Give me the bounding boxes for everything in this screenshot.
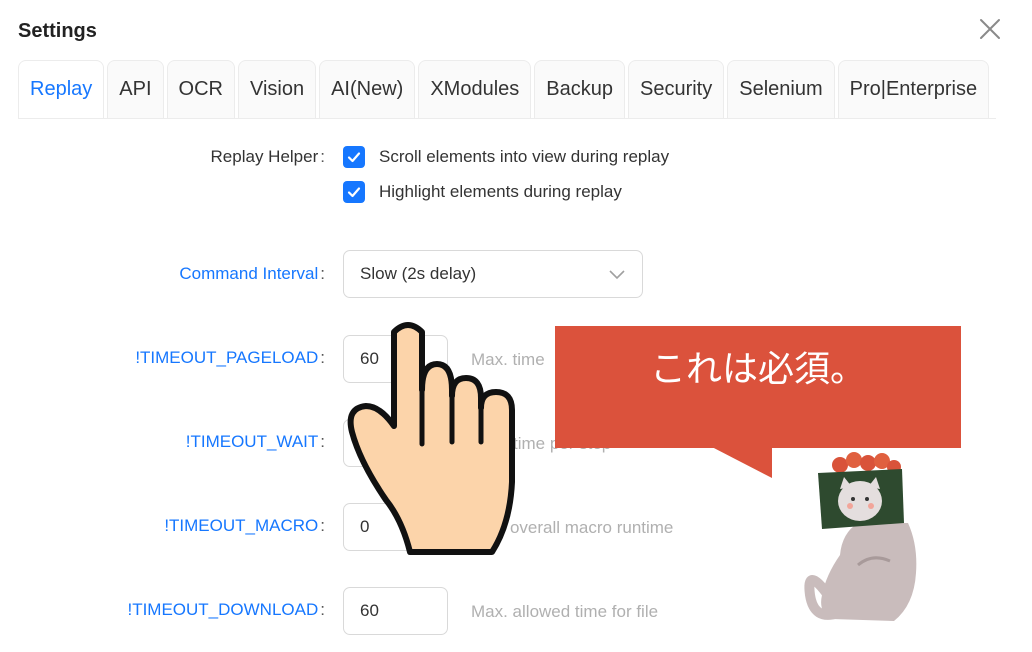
dialog-title: Settings (18, 20, 97, 42)
timeout-wait-label: !TIMEOUT_WAIT: (185, 432, 325, 451)
callout-tail (710, 446, 772, 478)
tab-security[interactable]: Security (627, 60, 725, 118)
timeout-macro-hint: x. overall macro runtime (492, 518, 674, 537)
timeout-pageload-input[interactable] (343, 335, 448, 383)
cat-sushi-illustration (804, 452, 917, 621)
tab-vision[interactable]: Vision (237, 60, 317, 118)
tab-api[interactable]: API (107, 60, 164, 118)
close-button[interactable] (977, 16, 1003, 42)
checkbox-checked-icon (343, 181, 365, 203)
chevron-down-icon (609, 270, 625, 280)
timeout-pageload-hint: Max. time (471, 350, 545, 369)
command-interval-select[interactable]: Slow (2s delay) (343, 250, 643, 298)
timeout-wait-input[interactable] (343, 419, 448, 467)
callout-text: これは必須。 (649, 349, 866, 390)
scroll-into-view-label: Scroll elements into view during replay (379, 147, 670, 166)
scroll-into-view-checkbox[interactable]: Scroll elements into view during replay (343, 145, 669, 169)
timeout-download-input[interactable] (343, 587, 448, 635)
checkbox-checked-icon (343, 146, 365, 168)
timeout-macro-input[interactable] (343, 503, 448, 551)
replay-helper-label: Replay Helper: (210, 147, 325, 166)
tab-ai-new[interactable]: AI(New) (319, 60, 416, 118)
callout-bubble: これは必須。 (555, 326, 961, 448)
highlight-elements-checkbox[interactable]: Highlight elements during replay (343, 180, 622, 204)
tab-divider (18, 118, 996, 119)
command-interval-label: Command Interval: (179, 264, 325, 283)
close-icon (980, 19, 1000, 39)
command-interval-value: Slow (2s delay) (360, 264, 477, 283)
tab-pro-enterprise[interactable]: Pro|Enterprise (837, 60, 990, 118)
settings-tabs: Replay API OCR Vision AI(New) XModules B… (18, 60, 990, 118)
tab-replay[interactable]: Replay (18, 60, 105, 118)
tab-ocr[interactable]: OCR (166, 60, 235, 118)
timeout-download-label: !TIMEOUT_DOWNLOAD: (127, 600, 325, 619)
tab-selenium[interactable]: Selenium (727, 60, 835, 118)
timeout-pageload-label: !TIMEOUT_PAGELOAD: (135, 348, 325, 367)
timeout-macro-label: !TIMEOUT_MACRO: (164, 516, 325, 535)
timeout-download-hint: Max. allowed time for file (471, 602, 659, 621)
highlight-elements-label: Highlight elements during replay (379, 182, 622, 201)
tab-xmodules[interactable]: XModules (418, 60, 532, 118)
tab-backup[interactable]: Backup (534, 60, 625, 118)
